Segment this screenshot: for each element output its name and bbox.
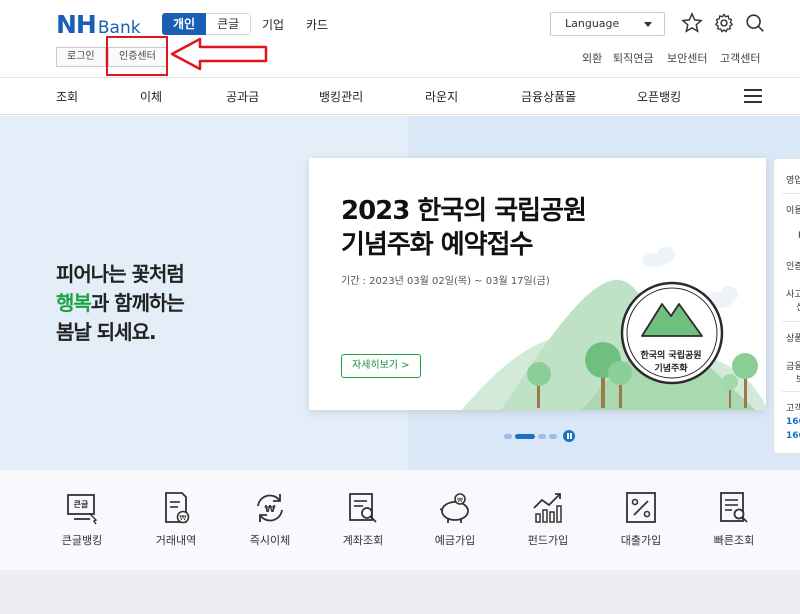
large-text-icon-label: 큰글 [74, 500, 89, 509]
side-panel-item[interactable]: 사고 [786, 287, 800, 300]
quick-menu: 큰글 큰글뱅킹 ₩ 거래내역 ₩ 즉시이체 계좌조회 ₩ 예금가입 펀드가입 대… [0, 470, 800, 570]
nav-corporate[interactable]: 기업 [262, 16, 284, 33]
side-panel-item[interactable]: 인증 [786, 259, 800, 272]
slogan-line-2: 행복과 함께하는 [56, 289, 185, 318]
side-panel-item: 고객 [786, 404, 800, 414]
hamburger-menu-icon[interactable] [744, 89, 762, 104]
menu-lounge[interactable]: 라운지 [425, 88, 458, 105]
util-security-center[interactable]: 보안센터 [667, 50, 707, 66]
bottom-section [0, 570, 800, 614]
banner-title-line-1: 2023 한국의 국립공원 [341, 196, 587, 226]
carousel-dot-active[interactable] [515, 433, 535, 439]
badge-line-2: 기념주화 [654, 364, 688, 374]
tab-personal[interactable]: 개인 [162, 13, 207, 35]
slogan-line-3: 봄날 되세요. [56, 320, 157, 344]
menu-transfer[interactable]: 이체 [140, 88, 162, 105]
badge-line-1: 한국의 국립공원 [640, 351, 702, 361]
carousel-indicators [504, 430, 575, 442]
side-panel-item[interactable]: 금융 [786, 359, 800, 372]
menu-utility-bills[interactable]: 공과금 [226, 88, 259, 105]
side-panel-phone[interactable]: 166 [786, 431, 800, 441]
highlight-box [106, 36, 168, 76]
refresh-won-icon: ₩ [257, 494, 283, 522]
svg-text:₩: ₩ [264, 504, 275, 515]
side-panel-item[interactable]: 이용 [786, 203, 800, 216]
nh-bank-logo[interactable]: NH Bank [56, 10, 141, 39]
quick-large-text-banking[interactable]: 큰글 큰글뱅킹 [37, 490, 127, 548]
nav-card[interactable]: 카드 [306, 16, 328, 33]
logo-bank: Bank [97, 18, 141, 38]
quick-fast-inquiry[interactable]: 빠른조회 [689, 490, 779, 548]
menu-open-banking[interactable]: 오픈뱅킹 [637, 88, 681, 105]
language-label: Language [565, 17, 620, 30]
receipt-icon: ₩ [165, 492, 190, 524]
quick-label: 계좌조회 [342, 534, 384, 547]
banner-title-line-2: 기념주화 예약접수 [341, 230, 533, 260]
menu-financial-products[interactable]: 금융상품몰 [521, 88, 576, 105]
quick-account-inquiry[interactable]: 계좌조회 [318, 490, 408, 548]
side-panel-item[interactable]: 영업 [786, 173, 800, 186]
quick-fund-signup[interactable]: 펀드가입 [503, 490, 593, 548]
site-segment-toggle: 개인 큰글 [162, 13, 252, 35]
star-icon[interactable] [681, 12, 703, 34]
side-panel-item[interactable]: 보 [796, 372, 800, 385]
pause-icon[interactable] [563, 430, 575, 442]
banner-detail-button[interactable]: 자세히보기 > [341, 354, 421, 378]
document-search-icon [349, 493, 377, 523]
quick-label: 거래내역 [155, 534, 197, 547]
gear-icon[interactable] [713, 12, 735, 34]
chart-growth-icon [533, 493, 562, 523]
quick-instant-transfer[interactable]: ₩ 즉시이체 [225, 490, 315, 548]
banner-title: 2023 한국의 국립공원 기념주화 예약접수 [341, 194, 587, 262]
slogan-line-2-rest: 과 함께하는 [90, 291, 185, 315]
menu-banking-management[interactable]: 뱅킹관리 [319, 88, 363, 105]
quick-label: 즉시이체 [249, 534, 291, 547]
main-menu: 조회 이체 공과금 뱅킹관리 라운지 금융상품몰 오픈뱅킹 [0, 79, 800, 115]
monitor-icon: 큰글 [67, 494, 98, 525]
svg-text:₩: ₩ [180, 514, 187, 522]
list-search-icon [720, 492, 748, 523]
util-retirement-pension[interactable]: 퇴직연금 [613, 50, 653, 66]
menu-inquiry[interactable]: 조회 [56, 88, 78, 105]
search-icon[interactable] [744, 12, 766, 34]
util-customer-center[interactable]: 고객센터 [720, 50, 760, 66]
tab-large-text[interactable]: 큰글 [206, 13, 252, 35]
carousel-dot[interactable] [504, 433, 512, 439]
arrow-left-icon [170, 37, 268, 71]
quick-deposit-signup[interactable]: ₩ 예금가입 [410, 490, 500, 548]
side-panel-item[interactable]: 신 [796, 300, 800, 313]
coin-badge-text: 한국의 국립공원 기념주화 [625, 350, 717, 376]
language-select[interactable]: Language [550, 12, 665, 36]
banner-period: 기간 : 2023년 03월 02일(목) ~ 03월 17일(금) [341, 276, 550, 287]
quick-transaction-history[interactable]: ₩ 거래내역 [131, 490, 221, 548]
quick-label: 큰글뱅킹 [61, 534, 103, 547]
side-panel-phone[interactable]: 166 [786, 417, 800, 427]
caret-down-icon [644, 22, 652, 27]
quick-label: 빠른조회 [713, 534, 755, 547]
side-panel-item[interactable]: 상품 [786, 331, 800, 344]
nh-bank-homepage: NH Bank 개인 큰글 기업 카드 Language 로그인 인증센터 외환… [0, 0, 800, 614]
util-foreign-exchange[interactable]: 외환 [582, 50, 602, 66]
hero-section: 피어나는 꽃처럼 행복과 함께하는 봄날 되세요. 2023 한국의 국립공원 … [0, 116, 800, 470]
quick-label: 대출가입 [620, 534, 662, 547]
login-button[interactable]: 로그인 [56, 47, 106, 67]
svg-text:₩: ₩ [457, 497, 463, 504]
slogan-line-1: 피어나는 꽃처럼 [56, 262, 185, 286]
slogan-green-word: 행복 [56, 291, 92, 315]
carousel-dot[interactable] [538, 433, 546, 439]
quick-label: 예금가입 [434, 534, 476, 547]
hero-slogan: 피어나는 꽃처럼 행복과 함께하는 봄날 되세요. [56, 260, 185, 347]
quick-loan-signup[interactable]: 대출가입 [596, 490, 686, 548]
piggy-bank-icon: ₩ [439, 493, 469, 523]
carousel-dot[interactable] [549, 433, 557, 439]
quick-label: 펀드가입 [527, 534, 569, 547]
side-info-panel: 영업 이용 F 인증 사고 신 상품 금융 보 고객 166 166 [773, 158, 800, 454]
logo-nh: NH [56, 10, 97, 39]
percent-icon [626, 492, 656, 523]
promo-banner-card[interactable]: 2023 한국의 국립공원 기념주화 예약접수 기간 : 2023년 03월 0… [309, 158, 766, 410]
